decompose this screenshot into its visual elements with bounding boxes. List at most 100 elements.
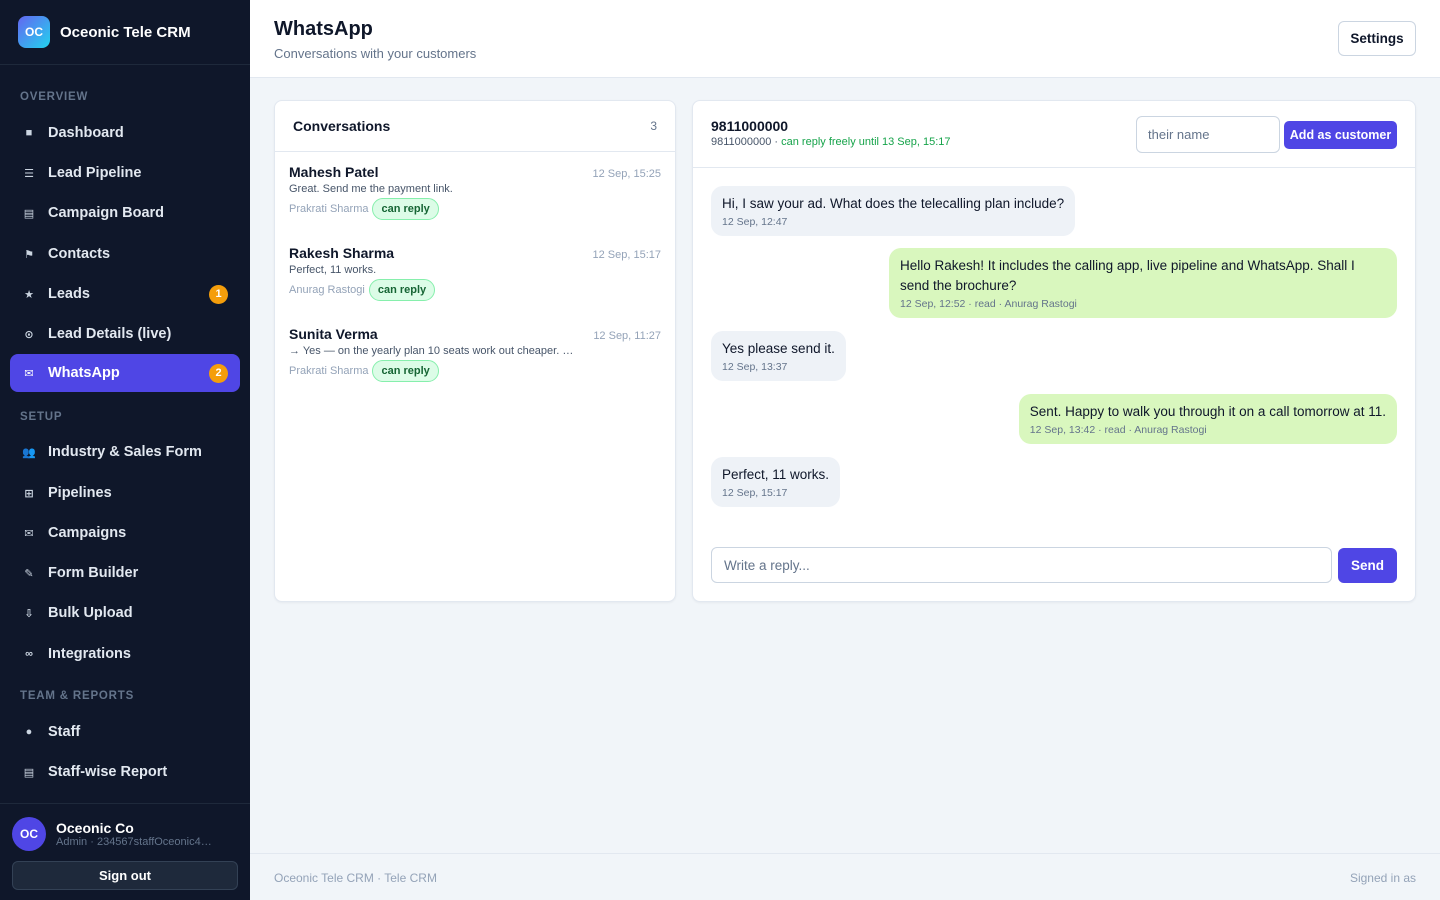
customer-name-input[interactable] — [1136, 116, 1280, 153]
conversation-preview: Great. Send me the payment link. — [289, 183, 453, 195]
leads-count-badge: 1 — [209, 284, 228, 304]
message-meta: 12 Sep, 12:47 — [722, 216, 788, 228]
conversation-agent: Anurag Rastogi — [289, 284, 365, 296]
sidebar-item-label: Staff — [48, 724, 81, 740]
link-icon: ∞ — [25, 648, 33, 660]
section-label-overview: OVERVIEW — [20, 91, 89, 103]
message-meta: 12 Sep, 13:42 · read · Anurag Rastogi — [1029, 424, 1207, 436]
sidebar-item-campaigns[interactable]: ✉ Campaigns — [10, 514, 240, 552]
conversation-time: 12 Sep, 15:17 — [592, 249, 661, 261]
add-as-customer-button[interactable]: Add as customer — [1284, 121, 1397, 149]
sidebar-item-label: WhatsApp — [48, 365, 120, 381]
user-box: OC Oceonic Co Admin · 234567staffOceonic… — [0, 803, 250, 890]
list-icon: ☰ — [24, 167, 34, 180]
send-button[interactable]: Send — [1338, 548, 1397, 583]
whatsapp-count-badge: 2 — [209, 363, 228, 383]
conversation-time: 12 Sep, 15:25 — [592, 168, 661, 180]
sidebar-item-leads[interactable]: ★ Leads 1 — [10, 275, 240, 313]
message-incoming: Hi, I saw your ad. What does the telecal… — [711, 186, 1076, 236]
status-badge: can reply — [368, 279, 436, 301]
page-header: WhatsApp Conversations with your custome… — [250, 0, 1440, 78]
conversation-time: 12 Sep, 11:27 — [593, 330, 661, 342]
reply-window-status: can reply freely until 13 Sep, 15:17 — [781, 136, 951, 148]
conversation-meta: Prakrati Sharma can reply — [289, 360, 661, 382]
message-text: Yes please send it. — [722, 341, 835, 356]
status-badge: can reply — [372, 198, 439, 220]
message-meta: 12 Sep, 15:17 — [722, 487, 788, 499]
sidebar-item-staff-wise-report[interactable]: ▤ Staff-wise Report — [10, 753, 240, 791]
sidebar-item-staff[interactable]: ● Staff — [10, 713, 240, 751]
message-outgoing: Sent. Happy to walk you through it on a … — [1018, 394, 1397, 444]
conversations-header: Conversations 3 — [275, 101, 675, 152]
conversation-meta: Anurag Rastogi can reply — [289, 279, 661, 301]
page-footer: Oceonic Tele CRM · Tele CRM Signed in as — [250, 853, 1440, 900]
sidebar-item-label: Form Builder — [48, 565, 139, 581]
conversation-item[interactable]: Rakesh Sharma 12 Sep, 15:17 Perfect, 11 … — [275, 233, 675, 314]
brand[interactable]: OC Oceonic Tele CRM — [0, 0, 250, 65]
sidebar-item-label: Dashboard — [48, 125, 124, 141]
report-icon: ▤ — [23, 766, 35, 779]
star-icon: ★ — [24, 288, 34, 301]
conversation-agent: Prakrati Sharma — [289, 203, 369, 215]
message-meta: 12 Sep, 13:37 — [722, 361, 788, 373]
sidebar-item-bulk-upload[interactable]: ⇩ Bulk Upload — [10, 594, 240, 632]
download-icon: ⇩ — [24, 607, 34, 620]
page-subtitle: Conversations with your customers — [274, 46, 477, 61]
user-name: Oceonic Co — [56, 820, 134, 836]
message-outgoing: Hello Rakesh! It includes the calling ap… — [889, 248, 1397, 318]
user-meta: Admin · 234567staffOceonic45… — [56, 836, 216, 848]
page-title: WhatsApp — [274, 18, 373, 40]
message-incoming: Perfect, 11 works. 12 Sep, 15:17 — [711, 457, 841, 507]
conversation-preview: → Yes — on the yearly plan 10 seats work… — [289, 345, 574, 357]
dot-icon: ● — [25, 726, 33, 738]
sidebar-item-label: Leads — [48, 286, 90, 302]
message-text: Perfect, 11 works. — [722, 467, 830, 482]
sidebar-item-label: Lead Details (live) — [48, 326, 172, 342]
conversations-count: 3 — [650, 119, 657, 133]
conversation-meta: Prakrati Sharma can reply — [289, 198, 661, 220]
settings-button[interactable]: Settings — [1338, 21, 1416, 56]
sign-out-button[interactable]: Sign out — [12, 861, 238, 890]
sidebar-item-dashboard[interactable]: ■ Dashboard — [10, 114, 240, 152]
sidebar-item-label: Pipelines — [48, 485, 112, 501]
conversations-panel: Conversations 3 Mahesh Patel 12 Sep, 15:… — [274, 100, 676, 602]
sidebar-item-label: Staff-wise Report — [48, 764, 168, 780]
message-meta: 12 Sep, 12:52 · read · Anurag Rastogi — [900, 298, 1077, 310]
reply-input[interactable] — [711, 547, 1332, 583]
people-icon: 👥 — [22, 446, 36, 459]
sidebar-item-industry-sales-form[interactable]: 👥 Industry & Sales Form — [10, 433, 240, 471]
user-row: OC Oceonic Co Admin · 234567staffOceonic… — [12, 817, 238, 851]
user-info: Oceonic Co Admin · 234567staffOceonic45… — [56, 820, 216, 848]
sidebar-item-lead-pipeline[interactable]: ☰ Lead Pipeline — [10, 154, 240, 192]
sidebar-item-pipelines[interactable]: ⊞ Pipelines — [10, 474, 240, 512]
sidebar-item-label: Contacts — [48, 246, 111, 262]
square-icon: ■ — [25, 127, 33, 139]
message-text: Hello Rakesh! It includes the calling ap… — [900, 258, 1355, 293]
flag-icon: ⚑ — [24, 248, 34, 261]
sidebar-item-whatsapp[interactable]: ✉ WhatsApp 2 — [10, 354, 240, 392]
board-icon: ▤ — [23, 207, 35, 220]
brand-logo: OC — [18, 16, 50, 48]
footer-signed-in: Signed in as — [1349, 871, 1416, 885]
brand-name: Oceonic Tele CRM — [60, 23, 191, 41]
sidebar-item-label: Integrations — [48, 646, 131, 662]
message-text: Sent. Happy to walk you through it on a … — [1029, 404, 1386, 419]
status-badge: can reply — [372, 360, 439, 382]
conversation-item[interactable]: Sunita Verma 12 Sep, 11:27 → Yes — on th… — [275, 314, 675, 395]
section-label-team-reports: TEAM & REPORTS — [20, 690, 135, 702]
message-incoming: Yes please send it. 12 Sep, 13:37 — [711, 331, 846, 381]
sidebar-item-campaign-board[interactable]: ▤ Campaign Board — [10, 194, 240, 232]
envelope-icon: ✉ — [24, 527, 34, 540]
sidebar-item-contacts[interactable]: ⚑ Contacts — [10, 235, 240, 273]
footer-app-name: Oceonic Tele CRM · Tele CRM — [274, 871, 437, 885]
conversation-item[interactable]: Mahesh Patel 12 Sep, 15:25 Great. Send m… — [275, 152, 675, 233]
chat-panel: 9811000000 9811000000 · can reply freely… — [692, 100, 1416, 602]
message-text: Hi, I saw your ad. What does the telecal… — [722, 196, 1065, 211]
avatar: OC — [12, 817, 46, 851]
sidebar-item-lead-details-live[interactable]: ⊙ Lead Details (live) — [10, 315, 240, 353]
sidebar-item-label: Lead Pipeline — [48, 165, 142, 181]
sidebar-item-form-builder[interactable]: ✎ Form Builder — [10, 554, 240, 592]
chat-sub-number: 9811000000 · — [711, 136, 782, 148]
conversation-preview: Perfect, 11 works. — [289, 264, 377, 276]
sidebar-item-integrations[interactable]: ∞ Integrations — [10, 635, 240, 673]
